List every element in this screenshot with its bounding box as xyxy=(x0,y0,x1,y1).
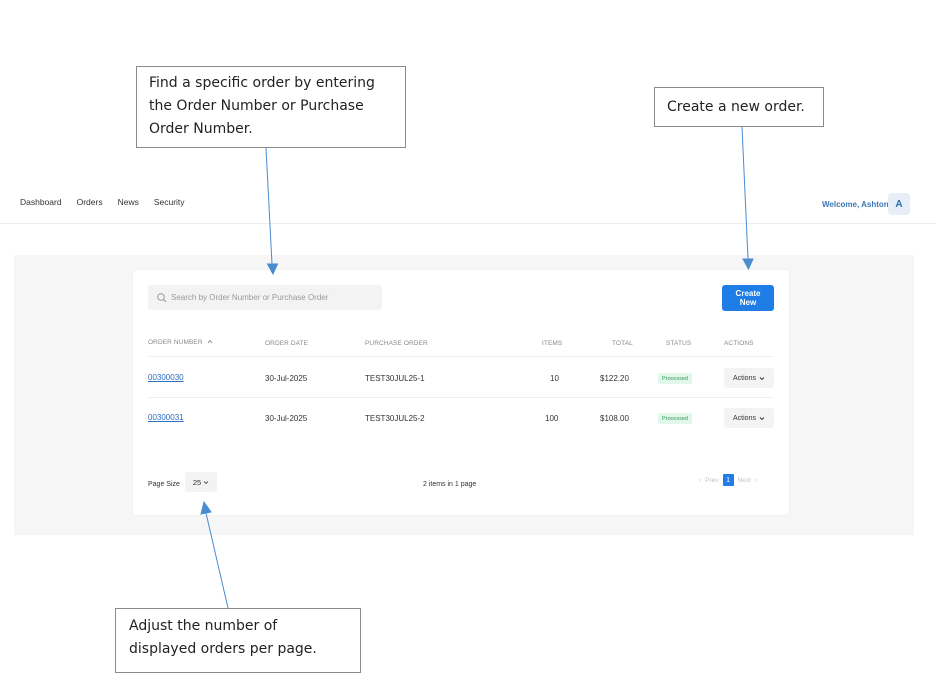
header-status: STATUS xyxy=(666,340,692,347)
nav-divider xyxy=(0,223,936,224)
callout-page-size-help: Adjust the number of displayed orders pe… xyxy=(115,608,361,673)
header-purchase-order: PURCHASE ORDER xyxy=(365,340,428,347)
order-number-link[interactable]: 00300030 xyxy=(148,373,184,382)
next-chevron-icon: › xyxy=(754,476,758,484)
header-total: TOTAL xyxy=(612,340,633,347)
page-1-button[interactable]: 1 xyxy=(722,474,734,486)
order-total: $122.20 xyxy=(600,374,629,383)
callout-search-help: Find a specific order by entering the Or… xyxy=(136,66,406,148)
order-number-link[interactable]: 00300031 xyxy=(148,413,184,422)
nav-item-dashboard[interactable]: Dashboard xyxy=(20,197,62,207)
header-actions: ACTIONS xyxy=(724,340,754,347)
page-size-value: 25 xyxy=(192,477,202,487)
orders-card: Search by Order Number or Purchase Order… xyxy=(133,270,789,515)
chevron-up-icon xyxy=(207,339,212,344)
main-nav: Dashboard Orders News Security xyxy=(20,197,185,207)
items-count: 10 xyxy=(550,374,559,383)
search-icon xyxy=(157,292,167,302)
header-items: ITEMS xyxy=(542,340,563,347)
row-divider xyxy=(148,397,774,398)
actions-button[interactable]: Actions xyxy=(724,368,774,388)
status-badge: Processed xyxy=(658,373,692,384)
purchase-order: TEST30JUL25-1 xyxy=(365,374,425,383)
search-input[interactable]: Search by Order Number or Purchase Order xyxy=(148,285,382,310)
prev-button[interactable]: Prev xyxy=(705,477,718,484)
actions-button[interactable]: Actions xyxy=(724,408,774,428)
chevron-down-icon xyxy=(759,416,765,420)
prev-chevron-icon: ‹ xyxy=(699,476,702,484)
create-arrow xyxy=(741,126,749,260)
search-arrow xyxy=(265,147,273,265)
header-order-date: ORDER DATE xyxy=(265,340,309,347)
pagination: ‹ Prev 1 Next › xyxy=(699,474,757,486)
purchase-order: TEST30JUL25-2 xyxy=(365,414,425,423)
search-placeholder: Search by Order Number or Purchase Order xyxy=(171,293,329,302)
header-order-number[interactable]: ORDER NUMBER xyxy=(148,339,213,346)
status-badge: Processed xyxy=(658,413,692,424)
next-button[interactable]: Next xyxy=(738,477,751,484)
order-date: 30-Jul-2025 xyxy=(265,374,308,383)
callout-create-help: Create a new order. xyxy=(654,87,824,127)
items-count: 100 xyxy=(545,414,559,423)
actions-label: Actions xyxy=(733,374,756,382)
welcome-text: Welcome, Ashton xyxy=(822,200,889,209)
page-size-select[interactable]: 25 xyxy=(185,472,217,492)
items-info: 2 items in 1 page xyxy=(423,481,477,488)
order-total: $108.00 xyxy=(600,414,629,423)
chevron-down-icon xyxy=(759,376,765,380)
chevron-down-icon xyxy=(203,480,209,484)
nav-item-orders[interactable]: Orders xyxy=(77,197,103,207)
nav-item-security[interactable]: Security xyxy=(154,197,185,207)
create-new-button[interactable]: Create New xyxy=(722,285,774,311)
header-divider xyxy=(148,356,774,357)
actions-label: Actions xyxy=(733,414,756,422)
page-size-label: Page Size xyxy=(148,481,180,488)
order-date: 30-Jul-2025 xyxy=(265,414,308,423)
nav-item-news[interactable]: News xyxy=(118,197,139,207)
avatar[interactable]: A xyxy=(888,193,910,215)
